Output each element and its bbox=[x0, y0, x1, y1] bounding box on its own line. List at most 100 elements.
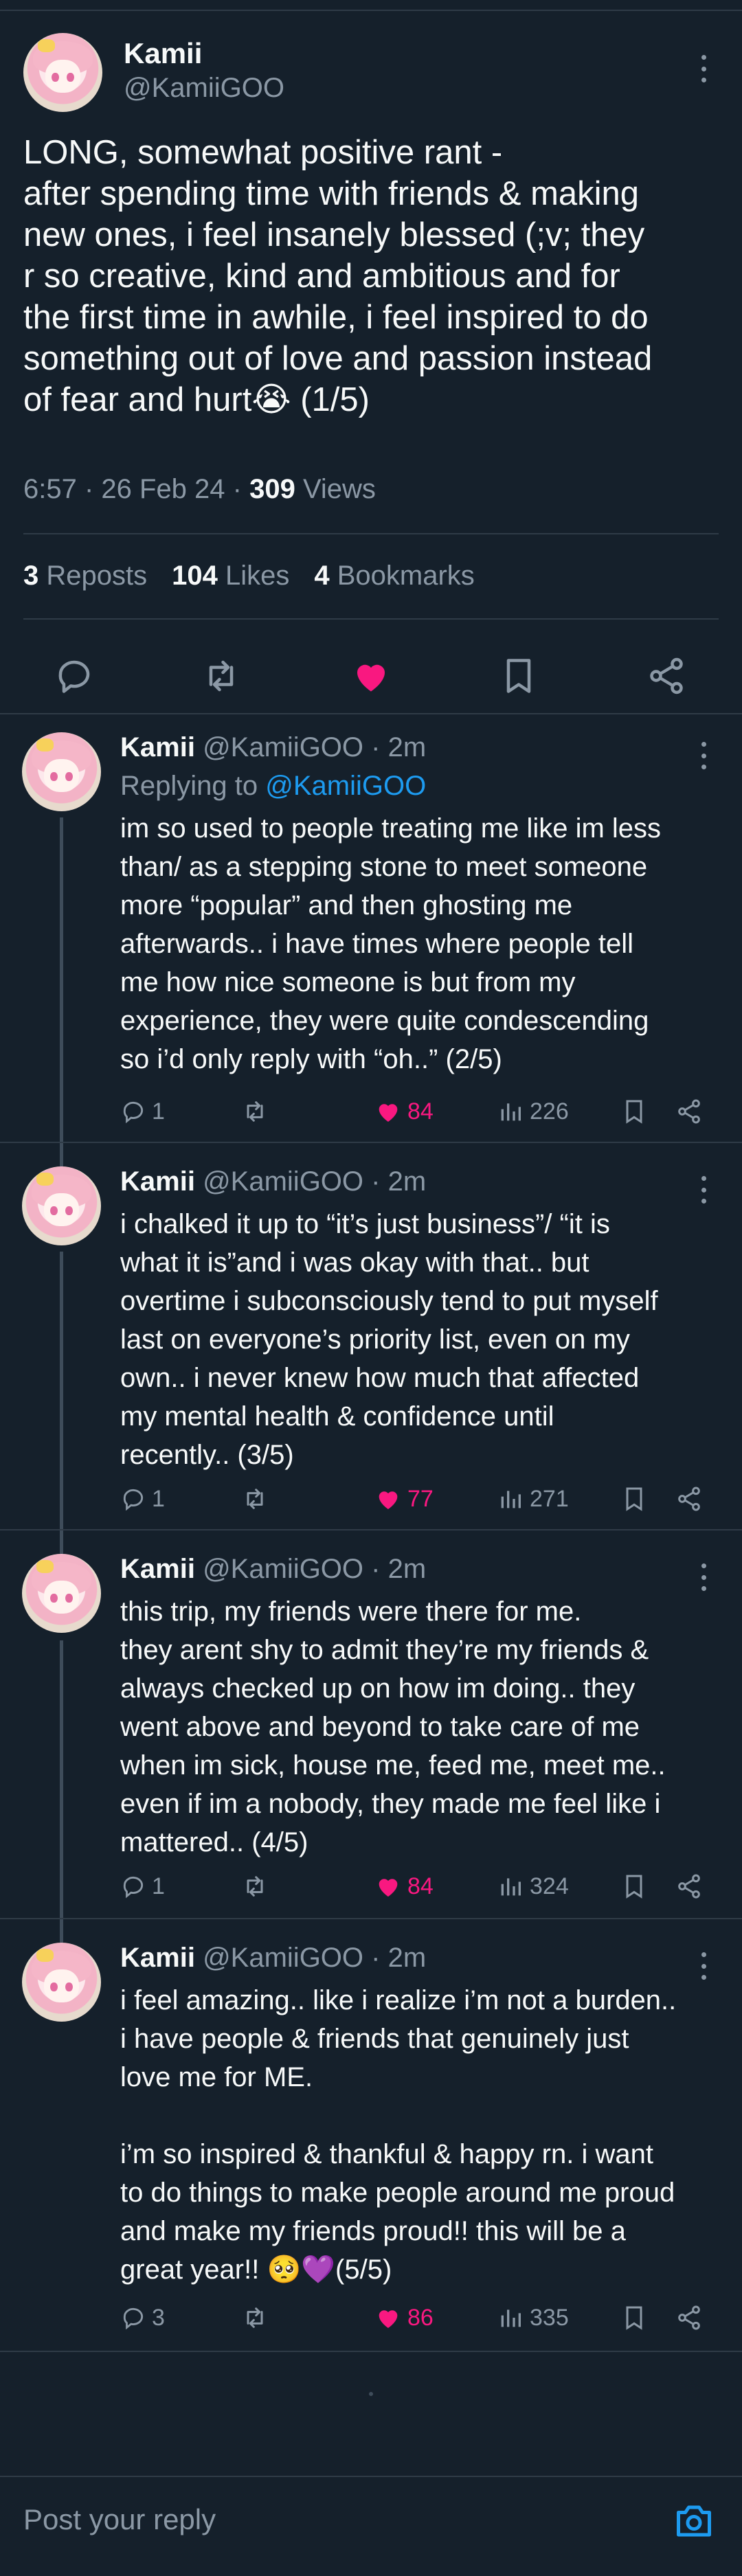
reply-time: · 2m bbox=[363, 732, 427, 762]
divider bbox=[23, 533, 719, 534]
share-icon[interactable] bbox=[646, 655, 687, 697]
share-action[interactable] bbox=[675, 1866, 703, 1907]
author-handle[interactable]: @KamiiGOO bbox=[203, 1554, 363, 1584]
heart-icon bbox=[379, 2310, 398, 2328]
author-handle[interactable]: @KamiiGOO bbox=[203, 732, 363, 762]
author-name[interactable]: Kamii bbox=[120, 1166, 195, 1197]
views-action[interactable]: 335 bbox=[497, 2297, 569, 2338]
reply-count: 1 bbox=[152, 1098, 165, 1125]
like-count: 77 bbox=[407, 1485, 434, 1512]
repost-action[interactable] bbox=[241, 1478, 269, 1519]
bookmark-icon bbox=[626, 2306, 642, 2330]
likes-stat[interactable]: 104 Likes bbox=[172, 561, 289, 591]
views-icon bbox=[501, 2309, 521, 2327]
share-action[interactable] bbox=[675, 2297, 703, 2338]
reply-icon bbox=[123, 2307, 144, 2330]
reply-header: Kamii @KamiiGOO · 2m bbox=[120, 732, 426, 763]
thread-line bbox=[60, 817, 63, 1175]
reply-count: 3 bbox=[152, 2304, 165, 2331]
more-icon[interactable] bbox=[699, 1563, 708, 1591]
bookmark-icon[interactable] bbox=[498, 655, 539, 697]
reply-action[interactable]: 3 bbox=[120, 2297, 165, 2338]
tweet-text: LONG, somewhat positive rant - after spe… bbox=[23, 134, 653, 418]
more-icon[interactable] bbox=[699, 742, 708, 769]
top-divider bbox=[0, 0, 742, 11]
views-action[interactable]: 324 bbox=[497, 1866, 569, 1907]
reply-text: im so used to people treating me like im… bbox=[120, 813, 662, 1074]
repost-action[interactable] bbox=[241, 1091, 269, 1132]
like-count: 84 bbox=[407, 1098, 434, 1125]
divider bbox=[0, 713, 742, 714]
reply-action[interactable]: 1 bbox=[120, 1091, 165, 1132]
avatar[interactable] bbox=[22, 1943, 101, 2022]
bookmark-action[interactable] bbox=[620, 1478, 648, 1519]
author-name[interactable]: Kamii bbox=[120, 732, 195, 762]
more-icon[interactable] bbox=[699, 1176, 708, 1204]
reply-time: · 2m bbox=[363, 1943, 427, 1973]
avatar[interactable] bbox=[23, 33, 102, 112]
reply-time: · 2m bbox=[363, 1166, 427, 1197]
views-count: 226 bbox=[530, 1098, 569, 1125]
avatar[interactable] bbox=[22, 1166, 101, 1245]
avatar[interactable] bbox=[22, 732, 101, 811]
reply-input[interactable]: Post your reply bbox=[23, 2503, 216, 2536]
reply-composer[interactable]: Post your reply bbox=[0, 2476, 742, 2576]
camera-icon[interactable] bbox=[673, 2500, 715, 2542]
views-label: Views bbox=[295, 474, 376, 504]
tweet-time: 6:57 · 26 Feb 24 · bbox=[23, 474, 250, 504]
bookmark-action[interactable] bbox=[620, 1091, 648, 1132]
bookmarks-stat[interactable]: 4 Bookmarks bbox=[314, 561, 474, 591]
bookmark-icon bbox=[626, 1100, 642, 1124]
author-handle[interactable]: @KamiiGOO bbox=[124, 73, 284, 104]
author-name[interactable]: Kamii bbox=[120, 1943, 195, 1973]
reposts-stat[interactable]: 3 Reposts bbox=[23, 561, 147, 591]
likes-label: Likes bbox=[217, 561, 290, 591]
reply-icon bbox=[123, 1101, 144, 1124]
reply-actions: 1 84 226 bbox=[120, 1091, 725, 1132]
more-icon[interactable] bbox=[699, 55, 708, 82]
divider bbox=[0, 2351, 742, 2352]
share-action[interactable] bbox=[675, 1091, 703, 1132]
repost-action[interactable] bbox=[241, 1866, 269, 1907]
views-icon bbox=[501, 1878, 521, 1896]
reply-action[interactable]: 1 bbox=[120, 1478, 165, 1519]
like-action[interactable]: 77 bbox=[374, 1478, 434, 1519]
author-handle[interactable]: @KamiiGOO bbox=[203, 1943, 363, 1973]
views-action[interactable]: 226 bbox=[497, 1091, 569, 1132]
tweet-meta: 6:57 · 26 Feb 24 · 309 Views bbox=[23, 474, 376, 505]
author-name[interactable]: Kamii bbox=[124, 37, 202, 70]
replying-handle-link[interactable]: @KamiiGOO bbox=[265, 771, 426, 801]
views-action[interactable]: 271 bbox=[497, 1478, 569, 1519]
avatar[interactable] bbox=[22, 1554, 101, 1633]
like-action[interactable]: 84 bbox=[374, 1091, 434, 1132]
reposts-label: Reposts bbox=[38, 561, 148, 591]
reply-actions: 3 86 335 bbox=[120, 2297, 725, 2338]
views-count: 324 bbox=[530, 1873, 569, 1899]
reply-action[interactable]: 1 bbox=[120, 1866, 165, 1907]
share-action[interactable] bbox=[675, 1478, 703, 1519]
author-name[interactable]: Kamii bbox=[120, 1554, 195, 1584]
reply-icon[interactable] bbox=[54, 655, 95, 697]
views-count: 271 bbox=[530, 1485, 569, 1512]
bookmark-icon bbox=[626, 1875, 642, 1899]
bookmark-action[interactable] bbox=[620, 1866, 648, 1907]
views-count: 309 bbox=[249, 474, 295, 504]
repost-icon bbox=[247, 2307, 263, 2328]
views-icon bbox=[501, 1491, 521, 1509]
bookmark-icon bbox=[626, 1487, 642, 1511]
bookmark-action[interactable] bbox=[620, 2297, 648, 2338]
reply-text: i feel amazing.. like i realize i’m not … bbox=[120, 1985, 677, 2285]
divider bbox=[0, 1142, 742, 1143]
more-icon[interactable] bbox=[699, 1952, 708, 1980]
author-handle[interactable]: @KamiiGOO bbox=[203, 1166, 363, 1197]
share-icon bbox=[678, 1874, 700, 1899]
repost-action[interactable] bbox=[241, 2297, 269, 2338]
reply-count: 1 bbox=[152, 1485, 165, 1512]
views-icon bbox=[501, 1103, 521, 1121]
like-action[interactable]: 86 bbox=[374, 2297, 434, 2338]
like-action[interactable]: 84 bbox=[374, 1866, 434, 1907]
repost-icon bbox=[247, 1101, 263, 1122]
repost-icon[interactable] bbox=[201, 655, 242, 697]
tweet-actions bbox=[0, 643, 742, 712]
heart-icon[interactable] bbox=[350, 655, 392, 697]
